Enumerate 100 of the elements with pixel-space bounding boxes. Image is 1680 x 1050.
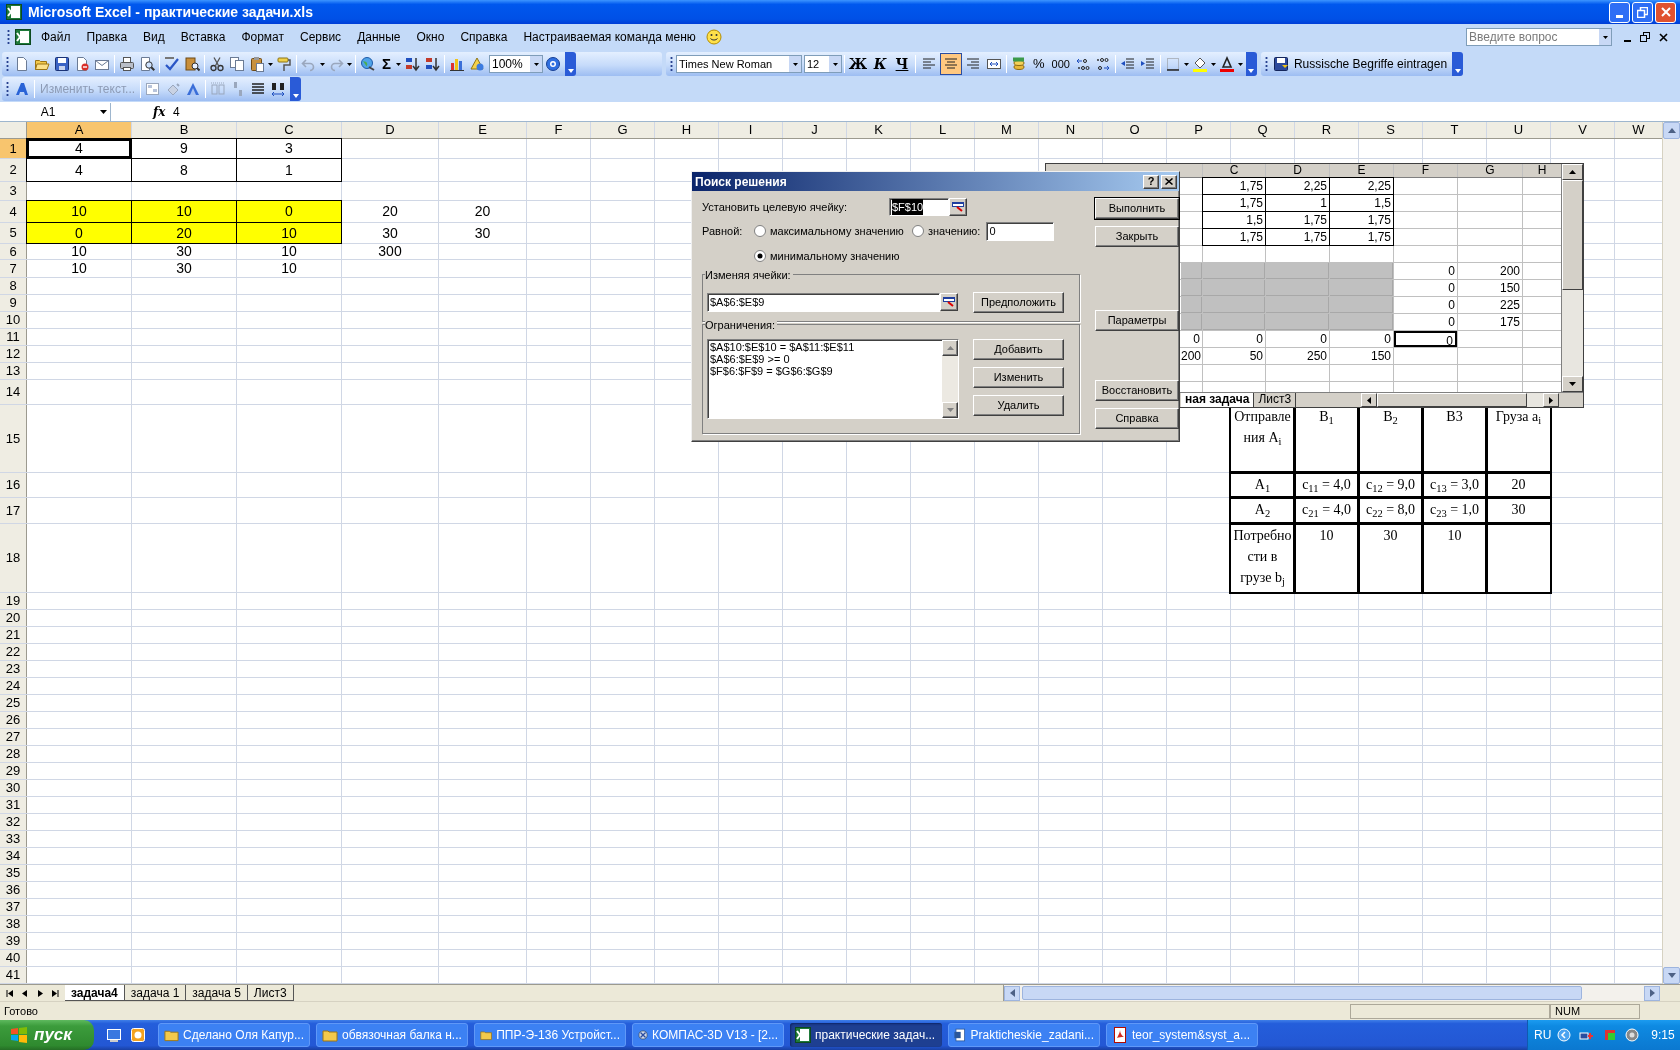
menu-item[interactable]: Сервис [292, 28, 350, 46]
underline-button[interactable]: Ч [891, 53, 913, 75]
macro-save-icon[interactable] [1272, 56, 1289, 72]
collapse-dialog-button[interactable] [949, 198, 967, 216]
row-header[interactable]: 6 [0, 244, 26, 259]
formula-input[interactable]: 4 [173, 102, 1680, 121]
tray-expand-icon[interactable] [1557, 1028, 1572, 1042]
sheet-tab[interactable]: ная задача [1181, 393, 1255, 407]
column-header[interactable]: J [783, 122, 846, 138]
language-indicator[interactable]: RU [1534, 1026, 1552, 1044]
increase-decimal-icon[interactable] [1074, 56, 1091, 72]
decrease-decimal-icon[interactable] [1094, 56, 1111, 72]
toolbar-options-button[interactable] [1452, 52, 1464, 76]
row-header[interactable]: 14 [0, 380, 26, 404]
column-header[interactable]: I [719, 122, 782, 138]
dialog-button[interactable]: Закрыть [1095, 226, 1179, 247]
menu-item[interactable]: Вид [135, 28, 173, 46]
column-header[interactable]: B [132, 122, 236, 138]
dialog-button[interactable]: Параметры [1095, 310, 1179, 331]
decrease-indent-icon[interactable] [1119, 56, 1136, 72]
radio-button[interactable]: значению: [912, 222, 981, 240]
dropdown-arrow-icon[interactable] [1183, 62, 1189, 66]
column-header[interactable]: S [1359, 122, 1422, 138]
autosum-button[interactable]: Σ [378, 52, 395, 76]
close-button[interactable] [1161, 174, 1177, 189]
column-header[interactable]: A [27, 122, 131, 138]
new-document-icon[interactable] [14, 56, 30, 72]
collapse-dialog-button[interactable] [940, 293, 958, 311]
row-header[interactable]: 16 [0, 473, 26, 497]
last-sheet-icon[interactable] [50, 988, 60, 998]
menu-item[interactable]: Формат [233, 28, 293, 46]
sort-descending-icon[interactable] [424, 56, 440, 72]
radio-button[interactable]: минимальному значению [754, 247, 900, 265]
percent-button[interactable]: % [1029, 54, 1049, 74]
menu-item[interactable]: Справка [452, 28, 516, 46]
toolbar-grip[interactable] [6, 56, 9, 72]
column-header[interactable]: D [342, 122, 438, 138]
row-header[interactable]: 31 [0, 797, 26, 813]
dropdown-arrow-icon[interactable] [347, 62, 352, 66]
row-header[interactable]: 18 [0, 524, 26, 592]
close-workbook-button[interactable] [1656, 30, 1670, 44]
name-box[interactable]: A1 [0, 102, 111, 121]
italic-button[interactable]: К [869, 53, 891, 75]
row-header[interactable]: 9 [0, 295, 26, 311]
row-header[interactable]: 4 [0, 201, 26, 222]
row-header[interactable]: 7 [0, 260, 26, 277]
column-header[interactable]: Q [1231, 122, 1294, 138]
row-header[interactable]: 24 [0, 678, 26, 694]
sheet-tab[interactable]: задача4 [65, 985, 125, 1001]
taskbar-button[interactable]: teor_system&syst_a... [1106, 1023, 1258, 1047]
row-header[interactable]: 37 [0, 899, 26, 915]
column-header[interactable]: E [1330, 164, 1393, 177]
restore-workbook-button[interactable] [1638, 30, 1652, 44]
sort-ascending-icon[interactable] [404, 56, 420, 72]
constraints-list[interactable]: $A$10:$E$10 = $A$11:$E$11 $A$6:$E$9 >= 0 $F$6:$F$9 = $G$6:$G$9 [707, 339, 959, 419]
column-header[interactable]: T [1423, 122, 1486, 138]
dropdown-arrow-icon[interactable] [1210, 62, 1216, 66]
dropdown-arrow-icon[interactable] [268, 62, 273, 66]
dialog-button[interactable]: Выполнить [1095, 198, 1179, 219]
zoom-combo[interactable]: 100% [489, 55, 543, 73]
list-item[interactable]: $A$6:$E$9 >= 0 [710, 353, 942, 365]
toolbar-options-button[interactable] [565, 52, 576, 76]
show-desktop-icon[interactable] [106, 1027, 122, 1043]
toolbar-options-button[interactable] [290, 77, 302, 101]
row-header[interactable]: 11 [0, 329, 26, 345]
clock[interactable]: 9:15 [1651, 1026, 1675, 1044]
wordart-shape-icon[interactable] [185, 81, 202, 97]
thousands-separator-button[interactable]: 000 [1048, 55, 1073, 73]
row-header[interactable]: 1 [0, 139, 26, 158]
menu-item[interactable]: Окно [408, 28, 453, 46]
row-header[interactable]: 38 [0, 916, 26, 932]
menu-item[interactable]: Данные [349, 28, 409, 46]
copy-icon[interactable] [229, 56, 245, 72]
taskbar-button[interactable]: ППР-Э-136 Устройст... [474, 1023, 626, 1047]
row-header[interactable]: 39 [0, 933, 26, 949]
row-header[interactable]: 20 [0, 610, 26, 626]
column-header[interactable]: E [439, 122, 526, 138]
dropdown-arrow-icon[interactable] [1237, 62, 1243, 66]
column-header[interactable]: W [1615, 122, 1662, 138]
chart-icon[interactable] [449, 56, 465, 72]
radio-button[interactable]: максимальному значению [754, 222, 912, 240]
help-button[interactable]: ? [1143, 174, 1159, 189]
toolbar-grip[interactable] [7, 29, 10, 45]
column-header[interactable]: R [1295, 122, 1358, 138]
dropdown-arrow-icon[interactable] [396, 62, 401, 66]
toolbar-grip[interactable] [670, 56, 673, 72]
spelling-icon[interactable] [164, 56, 180, 72]
column-header[interactable]: U [1487, 122, 1550, 138]
character-spacing-icon[interactable] [270, 81, 287, 97]
row-header[interactable]: 8 [0, 278, 26, 294]
menu-item[interactable]: Файл [33, 28, 79, 46]
column-header[interactable]: C [1203, 164, 1265, 177]
sheet-tab[interactable]: Лист3 [247, 985, 294, 1001]
constraint-button[interactable]: Добавить [973, 339, 1064, 360]
bold-button[interactable]: Ж [847, 53, 869, 75]
align-center-button[interactable] [940, 53, 962, 75]
row-header[interactable]: 29 [0, 763, 26, 779]
increase-indent-icon[interactable] [1139, 56, 1156, 72]
spreadsheet-icon[interactable] [15, 29, 31, 45]
column-header[interactable]: G [1458, 164, 1522, 177]
